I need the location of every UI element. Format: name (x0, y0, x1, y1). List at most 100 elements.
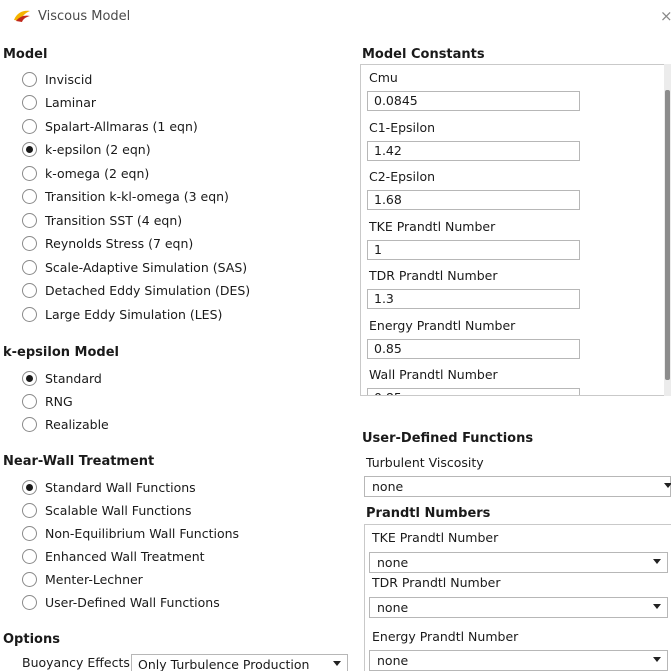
constant-input[interactable]: 1.3 (367, 289, 580, 309)
chevron-down-icon (333, 661, 341, 666)
radio-button[interactable] (22, 236, 37, 251)
udf-tke-value: none (377, 555, 409, 570)
close-button[interactable]: × (660, 7, 671, 25)
constant-label: Cmu (369, 70, 398, 85)
radio-button[interactable] (22, 370, 37, 386)
model-constants-title: Model Constants (362, 47, 485, 62)
constant-label: Energy Prandtl Number (369, 317, 516, 333)
constant-input[interactable]: 1 (367, 239, 580, 260)
buoyancy-effects-value: Only Turbulence Production (138, 657, 310, 671)
radio-label: User-Defined Wall Functions (45, 594, 220, 610)
radio-label: Transition SST (4 eqn) (45, 212, 183, 228)
radio-option[interactable]: Menter-Lechner (22, 569, 143, 589)
radio-button[interactable] (22, 212, 37, 228)
udf-tke-label: TKE Prandtl Number (372, 530, 499, 545)
constant-label: C2-Epsilon (369, 169, 436, 184)
radio-label: Transition k-kl-omega (3 eqn) (45, 189, 229, 204)
kepsilon-section-title: k-epsilon Model (3, 345, 119, 360)
window-title: Viscous Model (38, 9, 131, 24)
constant-input[interactable]: 0.0845 (367, 91, 580, 111)
udf-energy-label: Energy Prandtl Number (372, 629, 519, 644)
radio-button[interactable] (22, 479, 37, 495)
radio-label: Large Eddy Simulation (LES) (45, 306, 223, 322)
radio-label: Reynolds Stress (7 eqn) (45, 236, 194, 251)
constant-label: C1-Epsilon (369, 119, 436, 135)
radio-button[interactable] (22, 259, 37, 275)
radio-option[interactable]: Realizable (22, 414, 109, 434)
radio-button[interactable] (22, 502, 37, 518)
model-section-title: Model (3, 47, 48, 62)
radio-label: Standard (45, 370, 102, 386)
radio-option[interactable]: Large Eddy Simulation (LES) (22, 304, 222, 324)
radio-button[interactable] (22, 189, 37, 204)
udf-energy-dropdown[interactable]: none (369, 650, 668, 671)
radio-option[interactable]: Non-Equilibrium Wall Functions (22, 523, 239, 543)
chevron-down-icon (653, 559, 661, 564)
radio-option[interactable]: k-epsilon (2 eqn) (22, 140, 151, 160)
radio-label: RNG (45, 393, 73, 409)
radio-option[interactable]: Transition k-kl-omega (3 eqn) (22, 187, 229, 207)
udf-tdr-label: TDR Prandtl Number (372, 575, 501, 590)
fluent-app-icon (14, 10, 30, 22)
radio-option[interactable]: Standard Wall Functions (22, 477, 196, 497)
radio-button[interactable] (22, 118, 37, 134)
radio-option[interactable]: User-Defined Wall Functions (22, 592, 220, 612)
radio-button[interactable] (22, 71, 37, 87)
radio-option[interactable]: k-omega (2 eqn) (22, 163, 149, 183)
radio-option[interactable]: Transition SST (4 eqn) (22, 210, 182, 230)
radio-button[interactable] (22, 416, 37, 432)
radio-option[interactable]: Laminar (22, 93, 96, 113)
radio-label: Scalable Wall Functions (45, 502, 192, 518)
constant-label: TKE Prandtl Number (369, 218, 496, 234)
model-constants-panel: Cmu 0.0845 C1-Epsilon 1.42 C2-Epsilon 1.68 TKE… (360, 64, 671, 396)
udf-section-title: User-Defined Functions (362, 431, 534, 446)
radio-option[interactable]: Scalable Wall Functions (22, 500, 192, 520)
radio-button[interactable] (22, 165, 37, 181)
udf-tdr-dropdown[interactable]: none (369, 597, 668, 618)
buoyancy-effects-dropdown[interactable]: Only Turbulence Production (131, 654, 348, 671)
options-section-title: Options (3, 632, 60, 647)
constant-input[interactable]: 0.85 (367, 338, 580, 359)
radio-button[interactable] (22, 594, 37, 610)
radio-button[interactable] (22, 142, 37, 157)
radio-option[interactable]: Spalart-Allmaras (1 eqn) (22, 116, 198, 136)
radio-button[interactable] (22, 525, 37, 541)
radio-label: Enhanced Wall Treatment (45, 548, 205, 564)
radio-button[interactable] (22, 306, 37, 322)
radio-label: Detached Eddy Simulation (DES) (45, 283, 251, 298)
radio-label: Laminar (45, 95, 96, 110)
scrollbar-thumb[interactable] (665, 90, 670, 380)
radio-option[interactable]: Inviscid (22, 69, 92, 89)
radio-option[interactable]: Enhanced Wall Treatment (22, 546, 205, 566)
radio-option[interactable]: RNG (22, 391, 73, 411)
constant-label: Wall Prandtl Number (369, 367, 498, 382)
constant-input[interactable]: 1.68 (367, 190, 580, 210)
radio-option[interactable]: Standard (22, 368, 102, 388)
radio-button[interactable] (22, 548, 37, 564)
turbulent-viscosity-value: none (372, 479, 404, 494)
radio-label: Menter-Lechner (45, 571, 143, 587)
radio-label: Non-Equilibrium Wall Functions (45, 525, 240, 541)
chevron-down-icon (653, 604, 661, 609)
radio-button[interactable] (22, 95, 37, 110)
turbulent-viscosity-dropdown[interactable]: none (364, 476, 671, 497)
radio-button[interactable] (22, 283, 37, 298)
radio-option[interactable]: Reynolds Stress (7 eqn) (22, 234, 193, 254)
radio-button[interactable] (22, 571, 37, 587)
radio-label: Inviscid (45, 71, 93, 87)
near-wall-section-title: Near-Wall Treatment (3, 454, 155, 469)
constants-scrollbar[interactable] (664, 64, 671, 396)
radio-label: Realizable (45, 416, 109, 432)
radio-label: k-epsilon (2 eqn) (45, 142, 151, 157)
chevron-down-icon (664, 483, 671, 488)
title-bar: Viscous Model × (0, 0, 671, 36)
radio-option[interactable]: Detached Eddy Simulation (DES) (22, 281, 250, 301)
udf-energy-value: none (377, 653, 409, 668)
constant-label: TDR Prandtl Number (369, 268, 498, 283)
radio-option[interactable]: Scale-Adaptive Simulation (SAS) (22, 257, 247, 277)
constant-input[interactable]: 0.85 (367, 388, 580, 395)
constant-input[interactable]: 1.42 (367, 140, 580, 161)
udf-tke-dropdown[interactable]: none (369, 552, 668, 573)
radio-button[interactable] (22, 393, 37, 409)
radio-label: Standard Wall Functions (45, 479, 196, 495)
